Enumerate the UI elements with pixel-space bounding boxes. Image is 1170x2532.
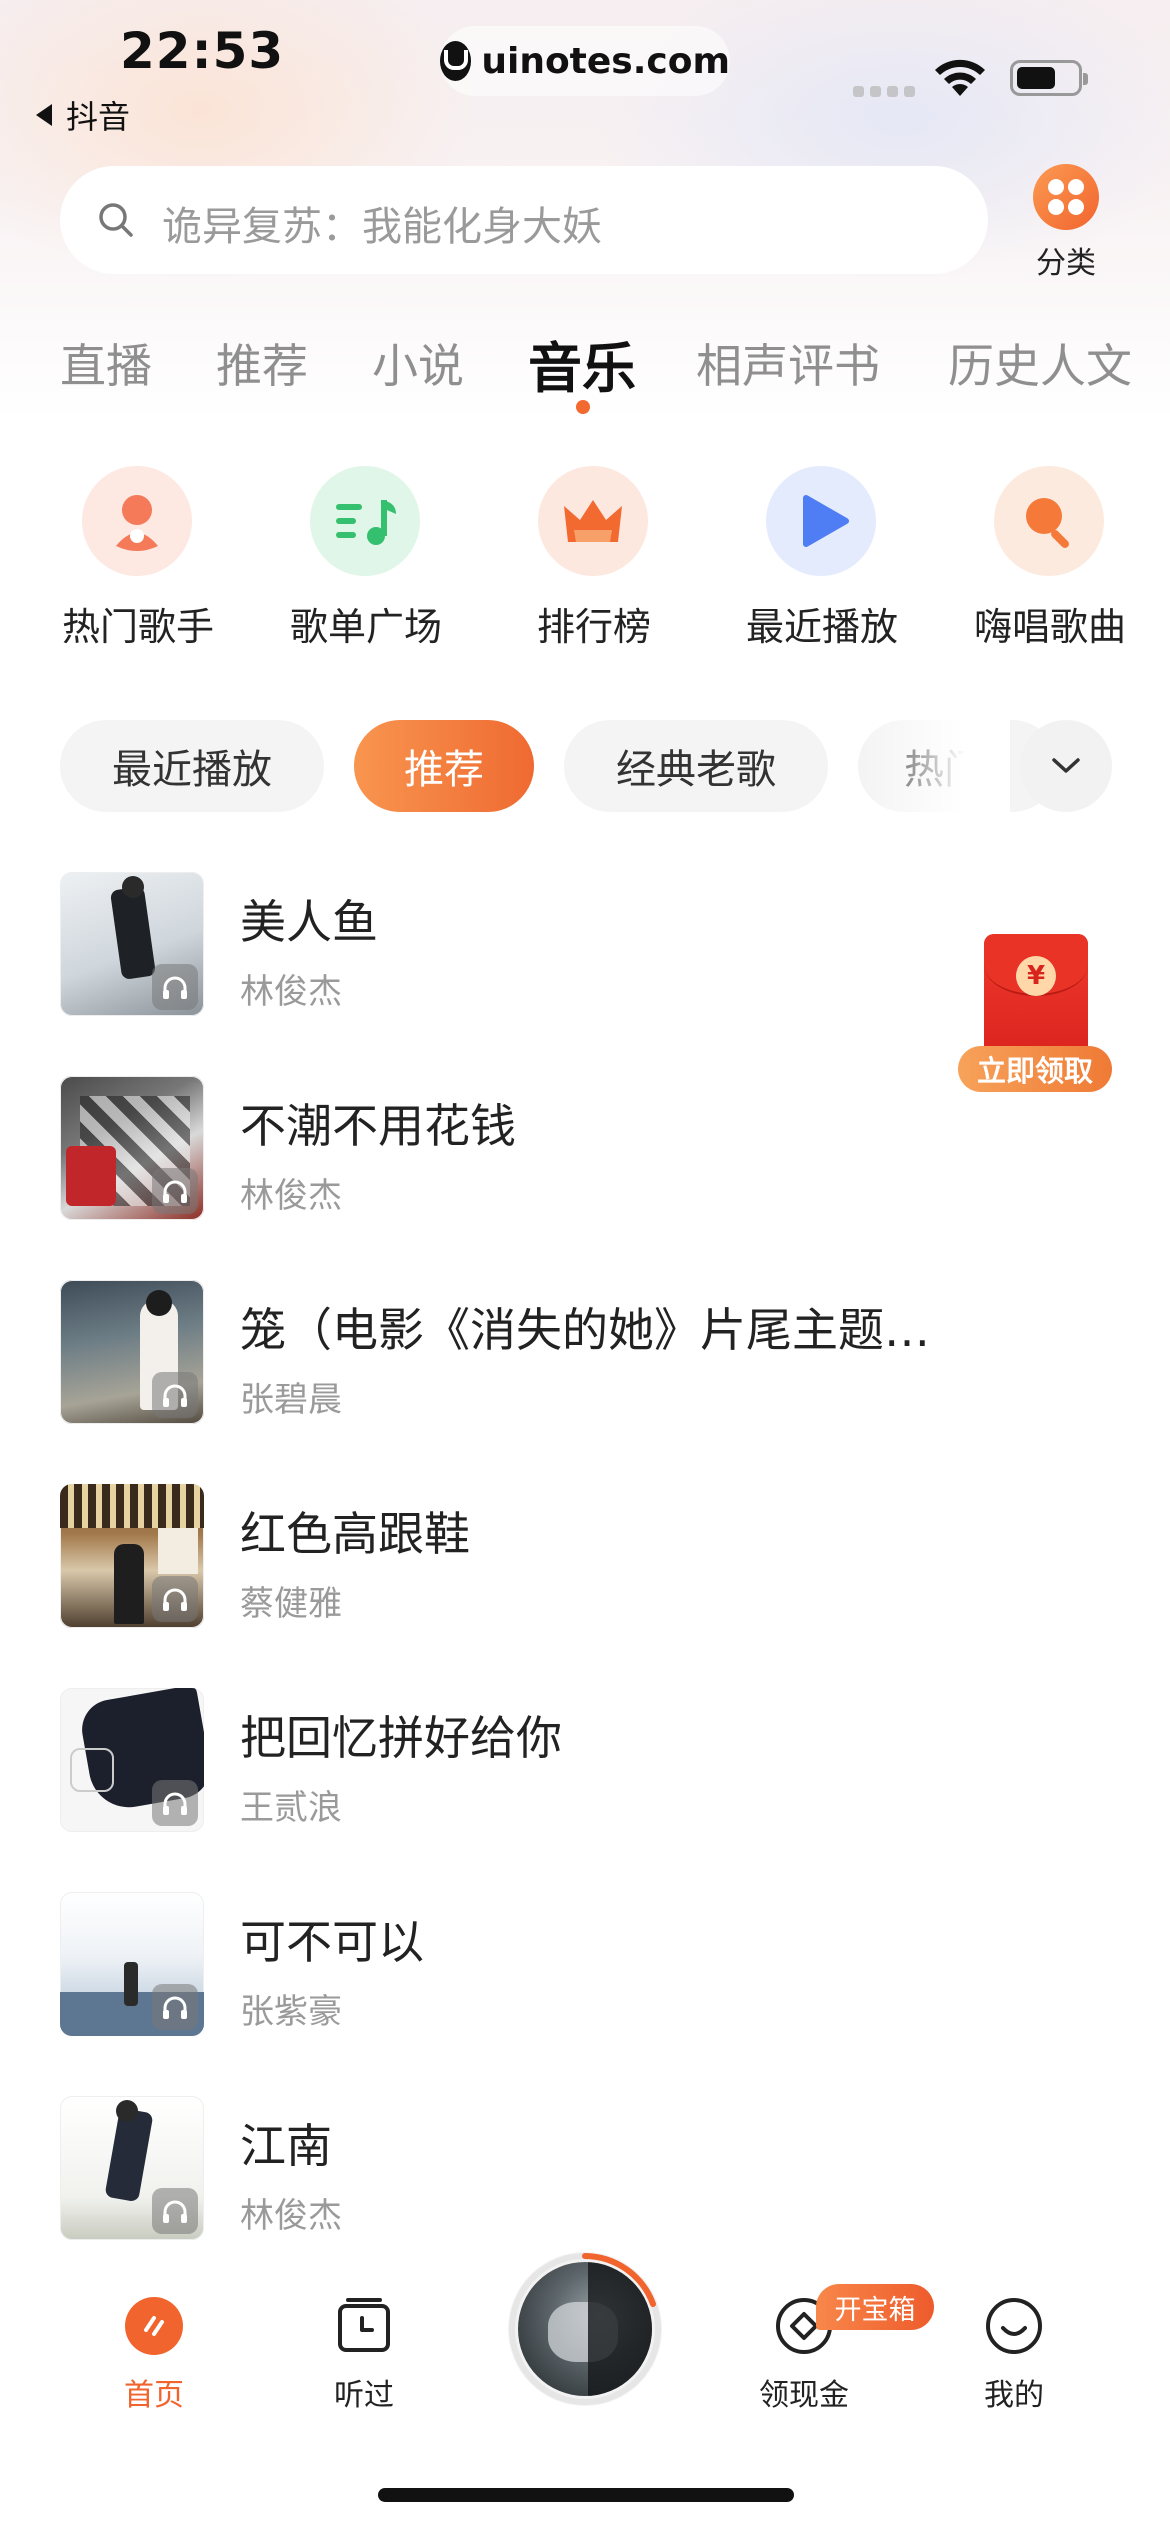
quick-entry-label: 排行榜 <box>536 605 651 649</box>
search-icon <box>99 203 133 237</box>
tab-live[interactable]: 直播 <box>60 330 152 396</box>
headphone-icon <box>152 1984 198 2030</box>
home-indicator[interactable] <box>378 2488 794 2502</box>
song-title: 红色高跟鞋 <box>240 1507 470 1561</box>
back-to-app-button[interactable]: 抖音 <box>36 92 130 138</box>
album-cover <box>60 1076 204 1220</box>
song-row[interactable]: 可不可以 张紫豪 <box>0 1892 1170 2042</box>
app-screen: 22:53 抖音 uinotes.com 诡异复苏：我能化身大妖 分类 直播 推… <box>0 0 1170 2532</box>
song-artist: 王贰浪 <box>240 1788 342 1828</box>
song-artist: 林俊杰 <box>240 1176 342 1216</box>
active-tab-indicator <box>576 400 590 414</box>
back-app-label: 抖音 <box>66 98 131 136</box>
play-icon <box>766 466 876 576</box>
smile-icon <box>986 2298 1042 2354</box>
filter-classic[interactable]: 经典老歌 <box>564 720 828 812</box>
yuan-coin-icon: ¥ <box>1016 956 1056 996</box>
song-artist: 林俊杰 <box>240 2196 342 2236</box>
filter-recent[interactable]: 最近播放 <box>60 720 324 812</box>
nav-me[interactable]: 我的 <box>934 2296 1094 2426</box>
filter-recommend[interactable]: 推荐 <box>354 720 534 812</box>
headphone-icon <box>152 1576 198 1622</box>
grid-icon <box>1033 164 1099 230</box>
site-logo-icon <box>440 41 472 81</box>
status-time: 22:53 <box>120 22 285 80</box>
tab-history[interactable]: 历史人文 <box>948 330 1132 396</box>
nav-home-label: 首页 <box>124 2378 184 2413</box>
clock-box-icon <box>338 2298 390 2352</box>
quick-entry-label: 热门歌手 <box>61 605 214 649</box>
nav-cash-label: 领现金 <box>759 2378 849 2413</box>
album-cover <box>60 1484 204 1628</box>
quick-entry-karaoke[interactable]: 嗨唱歌曲 <box>950 466 1150 656</box>
expand-filters-button[interactable] <box>1020 720 1112 812</box>
album-cover <box>60 1892 204 2036</box>
nav-history-label: 听过 <box>334 2378 394 2413</box>
battery-icon <box>1010 60 1088 96</box>
quick-entry-hot-singers[interactable]: 热门歌手 <box>38 466 238 656</box>
song-artist: 林俊杰 <box>240 972 342 1012</box>
tab-music[interactable]: 音乐 <box>528 324 636 403</box>
nav-home[interactable]: 首页 <box>74 2296 234 2426</box>
song-title: 笼（电影《消失的她》片尾主题… <box>240 1303 930 1357</box>
chip-fade <box>860 716 1010 816</box>
search-placeholder: 诡异复苏：我能化身大妖 <box>162 204 602 250</box>
song-row[interactable]: 红色高跟鞋 蔡健雅 <box>0 1484 1170 1634</box>
song-title: 把回忆拼好给你 <box>240 1711 562 1765</box>
quick-entry-recent[interactable]: 最近播放 <box>722 466 922 656</box>
album-disc <box>518 2262 652 2396</box>
album-cover <box>60 2096 204 2240</box>
headphone-icon <box>152 964 198 1010</box>
headphone-icon <box>152 1780 198 1826</box>
category-label: 分类 <box>1036 246 1096 281</box>
song-artist: 蔡健雅 <box>240 1584 342 1624</box>
search-input[interactable]: 诡异复苏：我能化身大妖 <box>60 166 988 274</box>
song-artist: 张碧晨 <box>240 1380 342 1420</box>
song-row[interactable]: 笼（电影《消失的她》片尾主题… 张碧晨 <box>0 1280 1170 1430</box>
claim-now-label: 立即领取 <box>958 1046 1112 1092</box>
album-cover <box>60 872 204 1016</box>
tab-recommend[interactable]: 推荐 <box>216 330 308 396</box>
now-playing-button[interactable] <box>508 2252 662 2406</box>
url-text: uinotes.com <box>481 40 730 82</box>
quick-entry-label: 歌单广场 <box>289 605 442 649</box>
headphone-icon <box>152 1168 198 1214</box>
song-title: 可不可以 <box>240 1915 424 1969</box>
open-treasure-badge: 开宝箱 <box>816 2284 934 2330</box>
headphone-icon <box>152 1372 198 1418</box>
quick-entry-charts[interactable]: 排行榜 <box>494 466 694 656</box>
wifi-icon <box>935 59 985 96</box>
song-artist: 张紫豪 <box>240 1992 342 2032</box>
song-title: 不潮不用花钱 <box>240 1099 516 1153</box>
album-cover <box>60 1280 204 1424</box>
microphone-icon <box>994 466 1104 576</box>
quick-entry-label: 最近播放 <box>745 605 898 649</box>
cellular-signal-icon <box>853 86 915 97</box>
playlist-icon <box>310 466 420 576</box>
singer-icon <box>82 466 192 576</box>
headphone-icon <box>152 2188 198 2234</box>
song-row[interactable]: 不潮不用花钱 林俊杰 <box>0 1076 1170 1226</box>
song-title: 美人鱼 <box>240 895 378 949</box>
quick-entry-label: 嗨唱歌曲 <box>973 605 1126 649</box>
tab-novel[interactable]: 小说 <box>372 330 464 396</box>
red-envelope-button[interactable]: ¥ 立即领取 <box>958 930 1112 1092</box>
album-cover <box>60 1688 204 1832</box>
nav-me-label: 我的 <box>984 2378 1044 2413</box>
category-button[interactable]: 分类 <box>1020 160 1110 281</box>
url-watermark: uinotes.com <box>440 26 730 96</box>
tab-crosstalk[interactable]: 相声评书 <box>696 330 880 396</box>
song-title: 江南 <box>240 2119 332 2173</box>
song-row[interactable]: 江南 林俊杰 <box>0 2096 1170 2246</box>
nav-history[interactable]: 听过 <box>284 2296 444 2426</box>
song-row[interactable]: 把回忆拼好给你 王贰浪 <box>0 1688 1170 1838</box>
home-icon <box>125 2297 183 2355</box>
quick-entry-playlists[interactable]: 歌单广场 <box>266 466 466 656</box>
crown-icon <box>538 466 648 576</box>
back-arrow-icon <box>36 104 52 126</box>
chevron-down-icon <box>1052 758 1080 773</box>
